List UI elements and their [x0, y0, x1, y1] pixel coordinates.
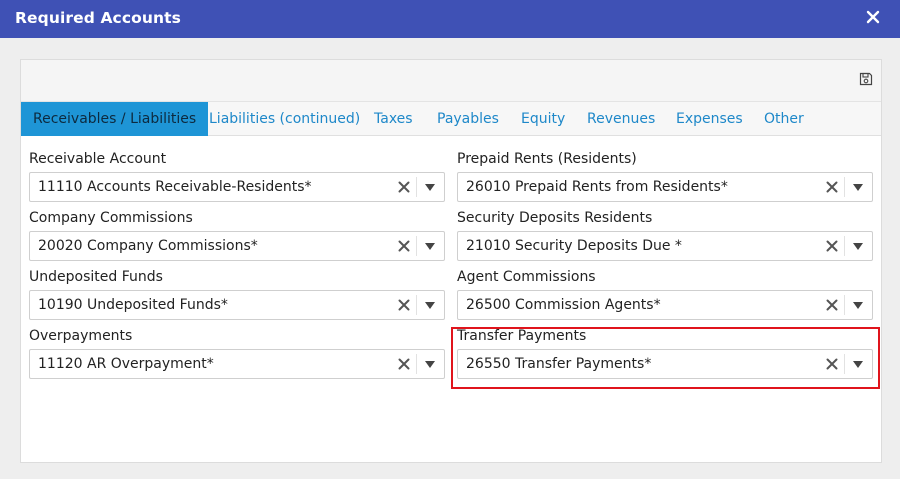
tab-payables[interactable]: Payables	[437, 102, 499, 136]
select-divider	[416, 295, 417, 315]
select-divider	[844, 295, 845, 315]
select-value: 11120 AR Overpayment*	[38, 356, 214, 372]
select-value: 26010 Prepaid Rents from Residents*	[466, 179, 728, 195]
transfer-payments-select[interactable]: 26550 Transfer Payments*	[457, 349, 873, 379]
clear-icon[interactable]	[826, 240, 838, 252]
prepaid-rents-label: Prepaid Rents (Residents)	[457, 151, 637, 167]
receivable-account-label: Receivable Account	[29, 151, 167, 167]
select-value: 10190 Undeposited Funds*	[38, 297, 228, 313]
tab-equity[interactable]: Equity	[521, 102, 565, 136]
chevron-down-icon[interactable]	[425, 302, 435, 309]
tab-receivables-liabilities[interactable]: Receivables / Liabilities	[21, 102, 209, 136]
select-divider	[844, 236, 845, 256]
select-value: 20020 Company Commissions*	[38, 238, 258, 254]
accounts-panel: Receivables / Liabilities Liabilities (c…	[20, 59, 882, 463]
select-divider	[844, 177, 845, 197]
select-value: 26500 Commission Agents*	[466, 297, 661, 313]
receivable-account-select[interactable]: 11110 Accounts Receivable-Residents*	[29, 172, 445, 202]
undeposited-funds-label: Undeposited Funds	[29, 269, 163, 285]
select-divider	[416, 354, 417, 374]
clear-icon[interactable]	[398, 240, 410, 252]
clear-icon[interactable]	[826, 181, 838, 193]
tab-liabilities-continued[interactable]: Liabilities (continued)	[209, 102, 360, 136]
security-deposits-label: Security Deposits Residents	[457, 210, 653, 226]
clear-icon[interactable]	[826, 358, 838, 370]
tab-taxes[interactable]: Taxes	[374, 102, 413, 136]
chevron-down-icon[interactable]	[853, 243, 863, 250]
chevron-down-icon[interactable]	[853, 184, 863, 191]
select-divider	[416, 177, 417, 197]
dialog-title: Required Accounts	[15, 9, 181, 27]
agent-commissions-select[interactable]: 26500 Commission Agents*	[457, 290, 873, 320]
clear-icon[interactable]	[826, 299, 838, 311]
tab-other[interactable]: Other	[764, 102, 804, 136]
select-value: 21010 Security Deposits Due *	[466, 238, 682, 254]
clear-icon[interactable]	[398, 358, 410, 370]
undeposited-funds-select[interactable]: 10190 Undeposited Funds*	[29, 290, 445, 320]
tab-expenses[interactable]: Expenses	[676, 102, 743, 136]
security-deposits-select[interactable]: 21010 Security Deposits Due *	[457, 231, 873, 261]
close-icon[interactable]	[866, 10, 880, 24]
tab-bar: Receivables / Liabilities Liabilities (c…	[21, 102, 881, 136]
panel-toolbar	[21, 60, 881, 102]
chevron-down-icon[interactable]	[853, 361, 863, 368]
chevron-down-icon[interactable]	[425, 361, 435, 368]
agent-commissions-label: Agent Commissions	[457, 269, 596, 285]
transfer-payments-label: Transfer Payments	[457, 328, 587, 344]
select-divider	[416, 236, 417, 256]
dialog-titlebar: Required Accounts	[0, 0, 900, 38]
company-commissions-label: Company Commissions	[29, 210, 193, 226]
select-divider	[844, 354, 845, 374]
clear-icon[interactable]	[398, 299, 410, 311]
select-value: 11110 Accounts Receivable-Residents*	[38, 179, 312, 195]
overpayments-select[interactable]: 11120 AR Overpayment*	[29, 349, 445, 379]
overpayments-label: Overpayments	[29, 328, 133, 344]
company-commissions-select[interactable]: 20020 Company Commissions*	[29, 231, 445, 261]
chevron-down-icon[interactable]	[425, 184, 435, 191]
save-icon[interactable]	[859, 72, 873, 86]
chevron-down-icon[interactable]	[853, 302, 863, 309]
tab-revenues[interactable]: Revenues	[587, 102, 655, 136]
prepaid-rents-select[interactable]: 26010 Prepaid Rents from Residents*	[457, 172, 873, 202]
select-value: 26550 Transfer Payments*	[466, 356, 652, 372]
clear-icon[interactable]	[398, 181, 410, 193]
chevron-down-icon[interactable]	[425, 243, 435, 250]
